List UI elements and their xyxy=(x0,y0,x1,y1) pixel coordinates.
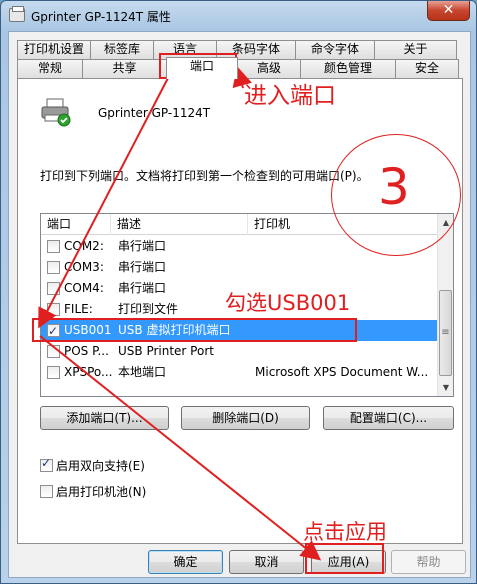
port-desc: 串行端口 xyxy=(118,260,167,274)
port-name: COM3: xyxy=(64,260,104,274)
port-desc: USB Printer Port xyxy=(118,344,214,358)
title-bar[interactable]: Gprinter GP-1124T 属性 ✕ xyxy=(1,1,476,31)
tab-row-2: 常规 共享 端口 高级 颜色管理 安全 xyxy=(17,57,459,79)
port-desc: 打印到文件 xyxy=(118,302,179,316)
port-desc: 本地端口 xyxy=(118,365,167,379)
port-checkbox[interactable] xyxy=(47,345,60,358)
port-checkbox[interactable] xyxy=(47,261,60,274)
tab-about[interactable]: 关于 xyxy=(374,40,457,59)
tab-command-font[interactable]: 命令字体 xyxy=(295,40,375,59)
add-port-button[interactable]: 添加端口(T)... xyxy=(40,406,169,430)
column-port[interactable]: 端口 xyxy=(41,214,111,235)
pooling-option[interactable]: 启用打印机池(N) xyxy=(40,483,146,500)
apply-button-highlight xyxy=(305,543,384,574)
usb-row-highlight xyxy=(32,318,357,342)
port-name: XPSPo... xyxy=(64,365,113,379)
scroll-down-icon[interactable]: ▼ xyxy=(438,379,453,396)
tab-general[interactable]: 常规 xyxy=(17,59,83,78)
close-button[interactable]: ✕ xyxy=(427,1,470,21)
configure-port-button[interactable]: 配置端口(C)... xyxy=(323,406,454,430)
port-list-scrollbar[interactable]: ▲ ≡ ▼ xyxy=(437,214,453,396)
port-printer: Microsoft XPS Document W... xyxy=(255,365,429,379)
port-name: COM4: xyxy=(64,281,104,295)
enter-port-annotation: 进入端口 xyxy=(244,83,336,109)
tab-printer-settings[interactable]: 打印机设置 xyxy=(17,40,91,59)
column-description[interactable]: 描述 xyxy=(111,214,248,235)
port-checkbox[interactable] xyxy=(47,282,60,295)
cancel-button[interactable]: 取消 xyxy=(229,550,304,574)
port-desc: 串行端口 xyxy=(118,281,167,295)
check-usb-annotation: 勾选USB001 xyxy=(225,291,351,315)
click-apply-annotation: 点击应用 xyxy=(303,520,387,544)
tab-label-library[interactable]: 标签库 xyxy=(90,40,154,59)
port-row[interactable]: COM3: 串行端口 xyxy=(41,257,439,278)
ok-button[interactable]: 确定 xyxy=(148,550,223,574)
port-desc: 串行端口 xyxy=(118,239,167,253)
port-checkbox[interactable] xyxy=(47,303,60,316)
tab-security[interactable]: 安全 xyxy=(395,59,459,78)
step-number: 3 xyxy=(378,158,410,216)
scroll-thumb[interactable]: ≡ xyxy=(439,290,452,376)
port-description-text: 打印到下列端口。文档将打印到第一个检查到的可用端口(P)。 xyxy=(40,169,369,183)
bidirectional-checkbox[interactable] xyxy=(40,456,53,472)
window-title: Gprinter GP-1124T 属性 xyxy=(31,10,171,24)
printer-app-icon xyxy=(9,6,25,22)
printer-icon xyxy=(41,98,71,127)
help-button[interactable]: 帮助 xyxy=(391,550,466,574)
pooling-checkbox[interactable] xyxy=(40,485,53,498)
printer-name: Gprinter GP-1124T xyxy=(98,106,211,120)
port-name: POS P... xyxy=(64,344,109,358)
pooling-label: 启用打印机池(N) xyxy=(56,485,147,499)
bidirectional-option[interactable]: 启用双向支持(E) xyxy=(40,456,145,474)
bidirectional-label: 启用双向支持(E) xyxy=(56,459,145,473)
port-checkbox[interactable] xyxy=(47,366,60,379)
delete-port-button[interactable]: 删除端口(D) xyxy=(181,406,310,430)
port-name: COM2: xyxy=(64,239,104,253)
port-row[interactable]: XPSPo... 本地端口 Microsoft XPS Document W... xyxy=(41,362,439,383)
tab-ports[interactable]: 端口 xyxy=(166,57,238,79)
tab-sharing[interactable]: 共享 xyxy=(82,59,167,78)
port-row[interactable]: POS P... USB Printer Port xyxy=(41,341,439,362)
port-name: FILE: xyxy=(64,302,93,316)
port-checkbox[interactable] xyxy=(47,240,60,253)
